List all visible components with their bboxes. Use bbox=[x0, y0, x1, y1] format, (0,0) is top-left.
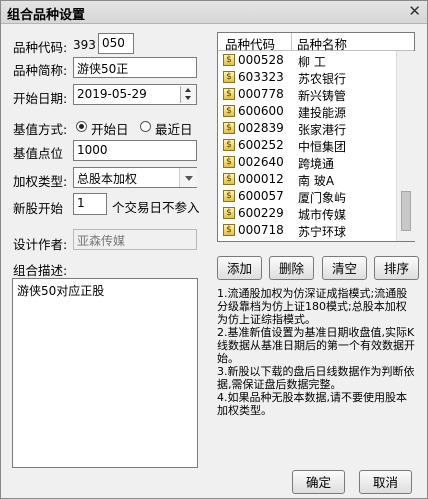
list-item[interactable]: $000718 苏宁环球 bbox=[218, 222, 414, 239]
spin-down-icon[interactable] bbox=[185, 96, 191, 100]
list-item[interactable]: $000528 柳 工 bbox=[218, 52, 414, 69]
title-bar: 组合品种设置 ✕ bbox=[1, 1, 427, 24]
code-label: 品种代码: bbox=[13, 40, 68, 55]
list-item-code: 000718 bbox=[238, 223, 284, 237]
list-item-name: 建投能源 bbox=[298, 106, 347, 120]
combo-settings-dialog: 组合品种设置 ✕ 品种代码: 393 050 品种简称: 游侠50正 开始日期:… bbox=[0, 0, 428, 499]
stock-icon: $ bbox=[223, 71, 235, 83]
radio-start-day-label: 开始日 bbox=[91, 122, 129, 137]
list-item-name: 苏宁环球 bbox=[298, 225, 347, 239]
list-item-code: 000012 bbox=[238, 172, 284, 186]
description-label: 组合描述: bbox=[13, 263, 68, 278]
weight-type-label: 加权类型: bbox=[13, 174, 68, 189]
note-2: 2.基准新值设置为基准日期收盘值,实际K线数据从基准日期后的第一个有效数据开始。 bbox=[217, 326, 415, 365]
weight-type-value: 总股本加权 bbox=[77, 172, 138, 186]
header-divider bbox=[291, 33, 292, 50]
ok-button[interactable]: 确定 bbox=[292, 470, 345, 494]
weight-type-dropdown-button[interactable] bbox=[179, 168, 197, 187]
short-name-input[interactable]: 游侠50正 bbox=[73, 57, 197, 78]
cancel-button[interactable]: 取消 bbox=[359, 470, 412, 494]
start-date-value: 2019-05-29 bbox=[77, 87, 147, 101]
add-button[interactable]: 添加 bbox=[217, 256, 262, 280]
list-item-code: 000528 bbox=[238, 53, 284, 67]
scrollbar-thumb[interactable] bbox=[401, 191, 411, 231]
sort-button[interactable]: 排序 bbox=[374, 256, 419, 280]
list-item-code: 600057 bbox=[238, 189, 284, 203]
list-item[interactable]: $600600 建投能源 bbox=[218, 103, 414, 120]
description-textarea[interactable]: 游侠50对应正股 bbox=[12, 278, 198, 468]
stock-icon: $ bbox=[223, 224, 235, 236]
stock-icon: $ bbox=[223, 207, 235, 219]
new-stock-label: 新股开始 bbox=[13, 201, 64, 216]
list-item[interactable]: $600252 中恒集团 bbox=[218, 137, 414, 154]
help-notes: 1.流通股加权为仿深证成指模式;流通股分级靠档为仿上证180模式;总股本加权为仿… bbox=[217, 287, 415, 417]
stock-icon: $ bbox=[223, 122, 235, 134]
stock-icon: $ bbox=[223, 105, 235, 117]
author-input: 亚森传媒 bbox=[73, 229, 197, 250]
radio-recent-day-label: 最近日 bbox=[155, 122, 193, 137]
list-item-name: 张家港行 bbox=[298, 123, 347, 137]
new-stock-suffix: 个交易日不参入 bbox=[112, 200, 200, 215]
radio-start-day[interactable] bbox=[76, 121, 87, 132]
list-item-code: 000778 bbox=[238, 87, 284, 101]
code-input[interactable]: 050 bbox=[98, 33, 134, 54]
list-item-name: 苏农银行 bbox=[298, 72, 347, 86]
header-name[interactable]: 品种名称 bbox=[297, 34, 347, 53]
list-item-code: 603323 bbox=[238, 70, 284, 84]
list-item[interactable]: $600057 厦门象屿 bbox=[218, 188, 414, 205]
list-item[interactable]: $603323 苏农银行 bbox=[218, 69, 414, 86]
list-header: 品种代码 品种名称 bbox=[218, 33, 414, 53]
window-title: 组合品种设置 bbox=[7, 8, 86, 23]
short-name-label: 品种简称: bbox=[13, 63, 68, 78]
note-4: 4.如果品种无股本数据,请不要使用股本加权类型。 bbox=[217, 391, 407, 417]
list-item-name: 城市传媒 bbox=[298, 208, 347, 222]
stock-icon: $ bbox=[223, 156, 235, 168]
header-code[interactable]: 品种代码 bbox=[225, 34, 275, 53]
radio-recent-day[interactable] bbox=[140, 121, 151, 132]
stock-list[interactable]: 品种代码 品种名称 $000528 柳 工 $603323 苏农银行 $000778 新兴… bbox=[217, 32, 415, 242]
list-item-code: 600229 bbox=[238, 206, 284, 220]
list-item-name: 跨境通 bbox=[298, 157, 335, 171]
stock-icon: $ bbox=[223, 139, 235, 151]
list-item-name: 柳 工 bbox=[298, 55, 326, 69]
list-item-name: 厦门象屿 bbox=[298, 191, 347, 205]
list-item-name: 新兴铸管 bbox=[298, 89, 347, 103]
list-item-code: 600600 bbox=[238, 104, 284, 118]
list-item-name: 中恒集团 bbox=[298, 140, 347, 154]
close-icon[interactable]: ✕ bbox=[408, 2, 421, 20]
list-item[interactable]: $600229 城市传媒 bbox=[218, 205, 414, 222]
list-item-code: 600252 bbox=[238, 138, 284, 152]
author-label: 设计作者: bbox=[13, 237, 68, 252]
list-item-code: 002640 bbox=[238, 155, 284, 169]
list-item[interactable]: $002839 张家港行 bbox=[218, 120, 414, 137]
spin-up-icon[interactable] bbox=[185, 88, 191, 92]
stock-icon: $ bbox=[223, 54, 235, 66]
delete-button[interactable]: 删除 bbox=[269, 256, 314, 280]
chevron-down-icon bbox=[185, 176, 193, 181]
stock-icon: $ bbox=[223, 88, 235, 100]
list-item[interactable]: $002640 跨境通 bbox=[218, 154, 414, 171]
stock-icon: $ bbox=[223, 173, 235, 185]
list-item-code: 002839 bbox=[238, 121, 284, 135]
code-prefix: 393 bbox=[73, 38, 96, 52]
start-date-input[interactable]: 2019-05-29 bbox=[73, 84, 197, 105]
base-mode-label: 基值方式: bbox=[13, 122, 68, 137]
stock-icon: $ bbox=[223, 190, 235, 202]
base-point-label: 基值点位 bbox=[13, 146, 64, 161]
base-point-input[interactable]: 1000 bbox=[73, 140, 197, 161]
list-item[interactable]: $000012 南 玻A bbox=[218, 171, 414, 188]
note-3: 3.新股以下载的盘后日线数据作为判断依据,需保证盘后数据完整。 bbox=[217, 365, 415, 391]
start-date-label: 开始日期: bbox=[13, 91, 68, 106]
new-stock-days-input[interactable]: 1 bbox=[73, 193, 107, 215]
date-spinner[interactable] bbox=[180, 86, 196, 103]
list-scrollbar[interactable] bbox=[396, 51, 415, 241]
list-item[interactable]: $000778 新兴铸管 bbox=[218, 86, 414, 103]
list-item-name: 南 玻A bbox=[298, 174, 335, 188]
note-1: 1.流通股加权为仿深证成指模式;流通股分级靠档为仿上证180模式;总股本加权为仿… bbox=[217, 287, 408, 326]
clear-button[interactable]: 清空 bbox=[322, 256, 367, 280]
